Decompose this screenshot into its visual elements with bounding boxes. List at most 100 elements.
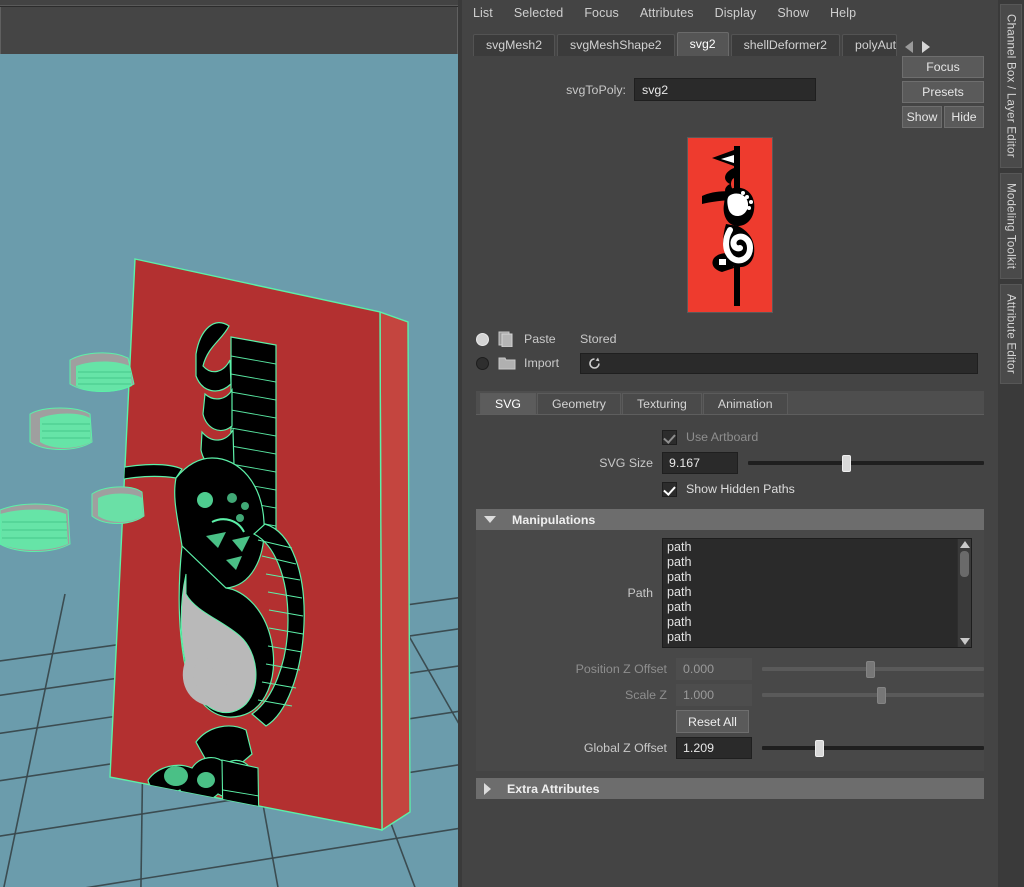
paste-source-row: Paste Stored — [476, 327, 998, 351]
list-item[interactable]: path — [667, 600, 971, 615]
scale-z-input[interactable] — [676, 684, 752, 706]
attribute-editor-pane: List Selected Focus Attributes Display S… — [462, 0, 1024, 887]
extra-attributes-title: Extra Attributes — [507, 781, 600, 796]
dock-tab-channel-box[interactable]: Channel Box / Layer Editor — [1000, 4, 1022, 168]
import-source-row: Import — [476, 351, 998, 375]
scroll-down-arrow-icon[interactable] — [959, 638, 970, 645]
list-item[interactable]: path — [667, 540, 971, 555]
use-artboard-label: Use Artboard — [686, 430, 759, 444]
scale-z-slider-knob[interactable] — [877, 686, 887, 704]
tab-geometry[interactable]: Geometry — [536, 393, 621, 414]
show-hide-buttons: Show Hide — [902, 106, 984, 128]
svg-settings-tabs: SVG Geometry Texturing Animation — [476, 391, 984, 415]
node-name-input[interactable] — [634, 78, 816, 101]
scale-z-label: Scale Z — [624, 688, 667, 702]
right-dock-tabs: Channel Box / Layer Editor Modeling Tool… — [998, 0, 1024, 887]
node-tab-svgmeshshape2[interactable]: svgMeshShape2 — [557, 34, 675, 56]
list-item[interactable]: path — [667, 630, 971, 645]
global-z-offset-input[interactable] — [676, 737, 752, 759]
position-z-offset-input[interactable] — [676, 658, 752, 680]
node-tab-svgmesh2[interactable]: svgMesh2 — [473, 34, 556, 56]
node-tab-svg2[interactable]: svg2 — [676, 32, 729, 56]
extra-attributes-section-header[interactable]: Extra Attributes — [476, 778, 984, 799]
path-listbox[interactable]: path path path path path path path — [662, 538, 972, 648]
menu-help[interactable]: Help — [829, 4, 857, 22]
tab-texturing[interactable]: Texturing — [621, 393, 702, 414]
hide-button[interactable]: Hide — [944, 106, 984, 128]
position-z-offset-slider-knob[interactable] — [866, 660, 876, 678]
svg-size-input[interactable] — [662, 452, 738, 474]
svg-size-label: SVG Size — [599, 456, 653, 470]
path-list-items: path path path path path path path — [663, 539, 971, 645]
scale-z-row: Scale Z — [476, 682, 984, 708]
source-rows: Paste Stored Import — [462, 327, 998, 375]
show-hidden-paths-row: Show Hidden Paths — [462, 476, 984, 502]
svg-size-slider-knob[interactable] — [842, 454, 852, 472]
show-button[interactable]: Show — [902, 106, 942, 128]
seahorse-artwork — [688, 138, 772, 312]
scroll-up-arrow-icon[interactable] — [959, 541, 970, 548]
svg-preview-thumbnail[interactable] — [687, 137, 773, 313]
tab-svg[interactable]: SVG — [480, 393, 536, 414]
list-item[interactable]: path — [667, 615, 971, 630]
position-z-offset-label: Position Z Offset — [575, 662, 667, 676]
menu-selected[interactable]: Selected — [513, 4, 564, 22]
menu-focus[interactable]: Focus — [583, 4, 620, 22]
menu-display[interactable]: Display — [714, 4, 758, 22]
chevron-right-icon[interactable] — [484, 782, 491, 795]
list-item[interactable]: path — [667, 585, 971, 600]
menu-show[interactable]: Show — [776, 4, 810, 22]
node-tab-polyaut[interactable]: polyAut — [842, 34, 898, 56]
node-tab-shelldeformer2[interactable]: shellDeformer2 — [730, 34, 841, 56]
paste-radio[interactable] — [476, 332, 489, 346]
refresh-icon[interactable] — [587, 356, 602, 371]
perspective-viewport-pane[interactable] — [0, 0, 462, 887]
path-list-label: Path — [627, 586, 654, 600]
dock-tab-attribute-editor[interactable]: Attribute Editor — [1000, 283, 1022, 384]
reset-all-button[interactable]: Reset All — [676, 710, 749, 733]
dock-tab-modeling-toolkit[interactable]: Modeling Toolkit — [1000, 172, 1022, 279]
viewport-3d-canvas[interactable] — [0, 54, 458, 887]
manipulations-section-header[interactable]: Manipulations — [476, 509, 984, 530]
import-label: Import — [524, 356, 560, 370]
tab-scroll-right-icon[interactable] — [922, 41, 931, 53]
attribute-editor-menubar: List Selected Focus Attributes Display S… — [462, 0, 998, 26]
global-z-offset-slider-knob[interactable] — [815, 739, 825, 757]
import-path-field[interactable] — [580, 352, 978, 374]
import-radio[interactable] — [476, 356, 489, 370]
node-name-row: svgToPoly: — [462, 78, 862, 101]
position-z-offset-slider[interactable] — [762, 658, 984, 680]
focus-button[interactable]: Focus — [902, 56, 984, 78]
tab-animation[interactable]: Animation — [702, 393, 788, 414]
node-tab-strip: svgMesh2 svgMeshShape2 svg2 shellDeforme… — [462, 29, 998, 56]
svg-size-slider[interactable] — [748, 452, 984, 474]
menu-attributes[interactable]: Attributes — [639, 4, 695, 22]
manipulations-title: Manipulations — [512, 512, 596, 527]
scale-z-slider[interactable] — [762, 684, 984, 706]
presets-button[interactable]: Presets — [902, 81, 984, 103]
viewport-toolbar[interactable] — [0, 7, 458, 55]
paste-stored-value: Stored — [580, 332, 617, 346]
use-artboard-checkbox[interactable] — [662, 429, 677, 445]
show-hidden-paths-checkbox[interactable] — [662, 481, 677, 497]
show-hidden-paths-label: Show Hidden Paths — [686, 482, 795, 496]
manipulations-section-body: Path path path path path path path path — [476, 530, 984, 771]
viewport-top-divider — [0, 0, 462, 6]
menu-list[interactable]: List — [472, 4, 494, 22]
path-list-row: Path path path path path path path path — [476, 538, 984, 648]
path-list-scrollbar[interactable] — [957, 539, 971, 647]
svg-preview-area — [462, 137, 998, 313]
global-z-offset-slider[interactable] — [762, 737, 984, 759]
reset-all-row: Reset All — [476, 708, 984, 735]
svg-size-slider-track — [748, 461, 984, 465]
node-header: svgToPoly: Focus — [462, 56, 998, 131]
node-tab-nav — [905, 41, 931, 56]
list-item[interactable]: path — [667, 555, 971, 570]
node-name-label: svgToPoly: — [566, 82, 626, 97]
chevron-down-icon[interactable] — [484, 516, 496, 523]
scrollbar-thumb[interactable] — [960, 551, 969, 577]
tab-scroll-left-icon[interactable] — [905, 41, 914, 53]
list-item[interactable]: path — [667, 570, 971, 585]
global-z-offset-slider-track — [762, 746, 984, 750]
svg-size-row: SVG Size — [462, 450, 984, 476]
